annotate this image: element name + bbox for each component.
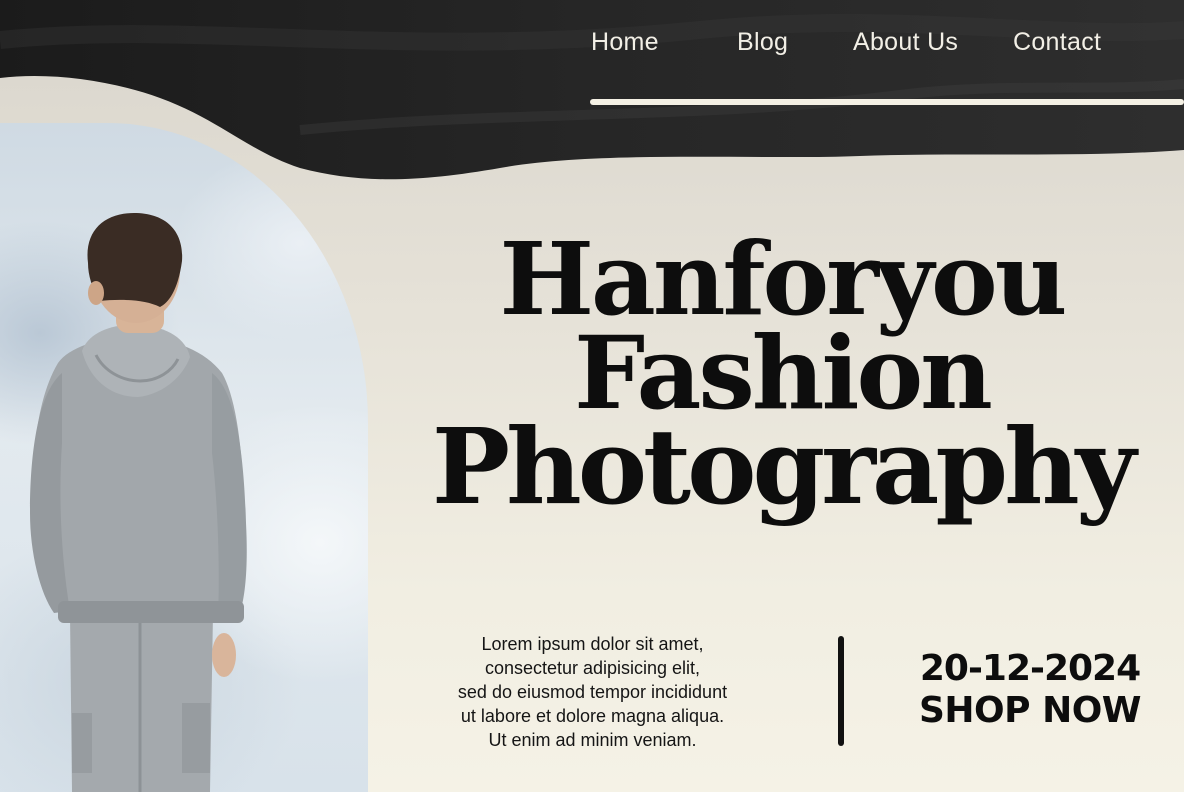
headline-line-1: Hanforyou [499,220,1068,338]
vertical-divider [838,636,844,746]
description-line: ut labore et dolore magna aliqua. [460,706,725,726]
description-line: consectetur adipisicing elit, [484,658,701,678]
promo-block: 20-12-2024 SHOP NOW [900,648,1160,732]
description-line: sed do eiusmod tempor incididunt [457,682,728,702]
description-line: Lorem ipsum dolor sit amet, [481,634,704,654]
nav-link-about-us[interactable]: About Us [853,28,958,57]
description-line: Ut enim ad minim veniam. [488,730,697,750]
shop-now-button[interactable]: SHOP NOW [900,690,1160,732]
headline-line-3: Photography [431,405,1136,528]
person-illustration [30,213,247,792]
nav-link-blog[interactable]: Blog [737,28,788,57]
main-nav: Home Blog About Us Contact [0,28,1184,68]
hero-headline: Hanforyou Fashion Photography [380,220,1184,528]
nav-link-contact[interactable]: Contact [1013,28,1101,57]
hero-description: Lorem ipsum dolor sit amet, consectetur … [400,632,785,752]
nav-link-home[interactable]: Home [591,28,659,57]
promo-date: 20-12-2024 [919,648,1141,689]
nav-underline-divider [590,99,1184,105]
hero-photo [0,123,368,792]
